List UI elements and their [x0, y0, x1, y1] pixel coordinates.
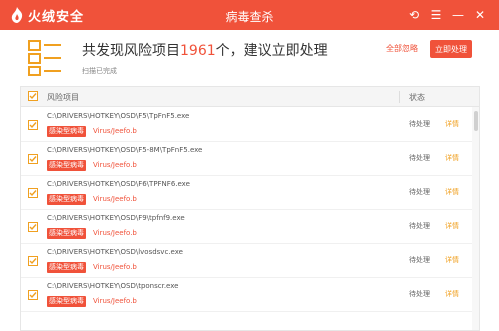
risk-table: 风险项目 状态 C:\DRIVERS\HOTKEY\OSD\F5\TpFnF5.…: [20, 86, 480, 331]
virus-name: Virus/Jeefo.b: [93, 127, 137, 135]
scan-status-text: 扫描已完成: [82, 67, 117, 75]
row-checkbox[interactable]: [28, 222, 38, 232]
table-row[interactable]: C:\DRIVERS\HOTKEY\OSD\F5\TpFnF5.exe 感染型病…: [21, 108, 479, 142]
summary-title-prefix: 共发现风险项目: [82, 43, 180, 59]
risk-count: 1961: [180, 43, 216, 59]
details-link[interactable]: 详情: [445, 289, 459, 299]
table-header: 风险项目 状态: [21, 87, 479, 107]
file-path: C:\DRIVERS\HOTKEY\OSD\F5-8M\TpFnF5.exe: [47, 146, 203, 154]
table-row[interactable]: C:\DRIVERS\HOTKEY\OSD\F5-8M\TpFnF5.exe 感…: [21, 142, 479, 176]
ignore-all-link[interactable]: 全部忽略: [386, 43, 418, 54]
header-status: 状态: [409, 93, 425, 102]
virus-name: Virus/Jeefo.b: [93, 263, 137, 271]
row-checkbox[interactable]: [28, 188, 38, 198]
file-path: C:\DRIVERS\HOTKEY\OSD\lvosdsvc.exe: [47, 248, 183, 256]
fix-now-button[interactable]: 立即处理: [430, 40, 472, 58]
file-path: C:\DRIVERS\HOTKEY\OSD\tponscr.exe: [47, 282, 179, 290]
table-row[interactable]: C:\DRIVERS\HOTKEY\OSD\tponscr.exe 感染型病毒 …: [21, 278, 479, 312]
summary-title-suffix: 个，建议立即处理: [215, 43, 328, 59]
risk-list-icon: [28, 40, 61, 76]
check-icon: [29, 258, 37, 265]
row-status: 待处理: [409, 256, 430, 264]
row-status: 待处理: [409, 154, 430, 162]
virus-name: Virus/Jeefo.b: [93, 297, 137, 305]
row-checkbox[interactable]: [28, 290, 38, 300]
check-icon: [29, 190, 37, 197]
row-status: 待处理: [409, 290, 430, 298]
details-link[interactable]: 详情: [445, 187, 459, 197]
file-path: C:\DRIVERS\HOTKEY\OSD\F9\tpfnf9.exe: [47, 214, 185, 222]
scrollbar-track[interactable]: [472, 107, 479, 330]
threat-type-badge: 感染型病毒: [47, 160, 86, 171]
virus-name: Virus/Jeefo.b: [93, 195, 137, 203]
check-icon: [29, 93, 37, 100]
threat-type-badge: 感染型病毒: [47, 296, 86, 307]
threat-type-badge: 感染型病毒: [47, 194, 86, 205]
row-checkbox[interactable]: [28, 154, 38, 164]
file-path: C:\DRIVERS\HOTKEY\OSD\F5\TpFnF5.exe: [47, 112, 190, 120]
window-controls: ⟲ ☰ — ✕: [403, 6, 491, 24]
check-icon: [29, 122, 37, 129]
row-checkbox[interactable]: [28, 120, 38, 130]
minimize-icon[interactable]: —: [447, 6, 469, 24]
table-row[interactable]: C:\DRIVERS\HOTKEY\OSD\F6\TPFNF6.exe 感染型病…: [21, 176, 479, 210]
row-status: 待处理: [409, 188, 430, 196]
threat-type-badge: 感染型病毒: [47, 228, 86, 239]
table-row[interactable]: C:\DRIVERS\HOTKEY\OSD\F9\tpfnf9.exe 感染型病…: [21, 210, 479, 244]
table-row[interactable]: C:\DRIVERS\HOTKEY\OSD\lvosdsvc.exe 感染型病毒…: [21, 244, 479, 278]
close-icon[interactable]: ✕: [469, 6, 491, 24]
threat-type-badge: 感染型病毒: [47, 126, 86, 137]
virus-name: Virus/Jeefo.b: [93, 161, 137, 169]
check-icon: [29, 292, 37, 299]
scrollbar-thumb[interactable]: [474, 111, 478, 131]
details-link[interactable]: 详情: [445, 119, 459, 129]
threat-type-badge: 感染型病毒: [47, 262, 86, 273]
back-icon[interactable]: ⟲: [403, 6, 425, 24]
row-status: 待处理: [409, 120, 430, 128]
summary-title: 共发现风险项目1961个，建议立即处理: [82, 40, 328, 60]
check-icon: [29, 224, 37, 231]
check-icon: [29, 156, 37, 163]
menu-icon[interactable]: ☰: [425, 6, 447, 24]
virus-name: Virus/Jeefo.b: [93, 229, 137, 237]
file-path: C:\DRIVERS\HOTKEY\OSD\F6\TPFNF6.exe: [47, 180, 190, 188]
scan-summary: 共发现风险项目1961个，建议立即处理 扫描已完成 全部忽略 立即处理: [0, 30, 499, 82]
details-link[interactable]: 详情: [445, 255, 459, 265]
row-status: 待处理: [409, 222, 430, 230]
details-link[interactable]: 详情: [445, 221, 459, 231]
antivirus-window: 火绒安全 病毒查杀 ⟲ ☰ — ✕ 共发现风险项目1961个，建议立即处理 扫描…: [0, 0, 499, 331]
header-risk-item: 风险项目: [47, 93, 79, 102]
select-all-checkbox[interactable]: [28, 91, 38, 101]
title-bar[interactable]: 火绒安全 病毒查杀 ⟲ ☰ — ✕: [0, 0, 499, 30]
header-divider: [399, 91, 400, 103]
row-checkbox[interactable]: [28, 256, 38, 266]
details-link[interactable]: 详情: [445, 153, 459, 163]
